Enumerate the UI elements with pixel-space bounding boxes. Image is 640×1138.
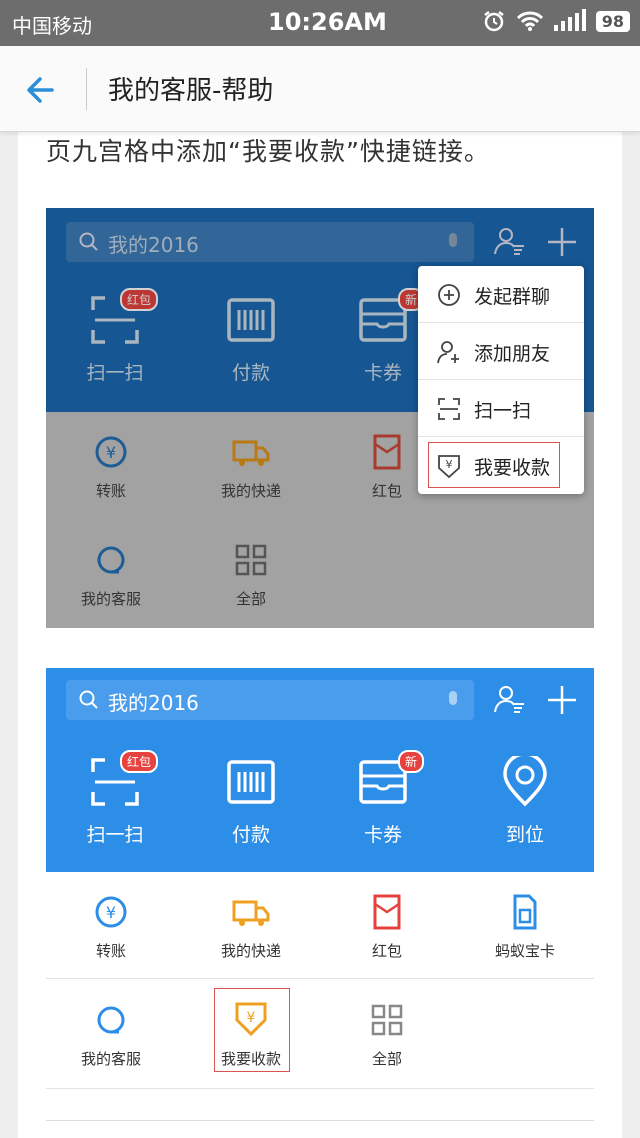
grid-item-express: 我的快递 <box>186 432 316 501</box>
grid-item-label: 我的快递 <box>220 482 281 500</box>
truck-icon <box>232 900 270 926</box>
microphone-icon <box>449 691 457 705</box>
svg-text:¥: ¥ <box>106 443 116 462</box>
wifi-icon <box>516 11 543 31</box>
grid-item-all: 全部 <box>322 1000 452 1069</box>
group-chat-icon <box>438 284 460 306</box>
grid-item-label: 红包 <box>371 482 402 500</box>
grid-item-label: 我的客服 <box>80 590 141 608</box>
truck-icon <box>232 440 270 466</box>
search-text: 我的2016 <box>108 691 199 715</box>
alarm-icon <box>483 11 504 32</box>
grid-icon <box>371 1004 403 1036</box>
add-icon <box>548 686 576 714</box>
customer-service-icon <box>97 1006 125 1034</box>
signal-icon <box>553 9 586 31</box>
grid-item-transfer: ¥ 转账 <box>46 432 176 501</box>
back-arrow-icon[interactable] <box>22 70 62 110</box>
grid-item-all: 全部 <box>186 540 316 609</box>
feature-label: 扫一扫 <box>86 824 144 846</box>
highlight-box-grid <box>214 988 290 1072</box>
grid-item-customer-service: 我的客服 <box>46 1000 176 1069</box>
red-packet-icon <box>373 434 401 470</box>
nav-divider <box>86 68 87 110</box>
feature-pay: 付款 <box>196 756 306 847</box>
carrier-name: 中国移动 <box>12 14 92 38</box>
feature-cards: 卡券 新 <box>328 750 438 847</box>
feature-arrival: 到位 <box>470 756 580 847</box>
grid-item-label: 转账 <box>95 482 126 500</box>
transfer-icon: ¥ <box>95 896 127 928</box>
grid-item-customer-service: 我的客服 <box>46 540 176 609</box>
nav-bar: 我的客服-帮助 <box>0 46 640 132</box>
sim-card-icon <box>513 894 537 930</box>
grid-item-transfer: ¥ 转账 <box>46 892 176 961</box>
new-badge: 新 <box>398 750 425 773</box>
grid-divider <box>46 978 594 979</box>
screenshot-grid-updated: 我的2016 扫一扫 红包 付款 卡券 新 到位 ¥ 转账 我的快递 红包 蚂蚁… <box>46 668 594 1090</box>
scan-icon <box>438 398 460 420</box>
status-icons: 98 <box>482 9 630 33</box>
grid-item-label: 转账 <box>95 942 126 960</box>
barcode-icon <box>227 760 275 804</box>
menu-item-add-friend: 添加朋友 <box>418 323 584 380</box>
battery-level: 98 <box>595 10 630 32</box>
menu-item-label: 发起群聊 <box>474 286 551 308</box>
highlight-box-menu <box>428 442 560 488</box>
grid-item-express: 我的快递 <box>186 892 316 961</box>
grid-item-ant-card: 蚂蚁宝卡 <box>460 892 590 961</box>
grid-item-label: 我的客服 <box>80 1050 141 1068</box>
add-friend-icon <box>437 341 459 364</box>
search-bar: 我的2016 <box>66 680 474 720</box>
red-packet-badge: 红包 <box>120 750 159 773</box>
grid-item-red-packet: 红包 <box>322 892 452 961</box>
page-title: 我的客服-帮助 <box>108 76 274 106</box>
grid-item-label: 我的快递 <box>220 942 281 960</box>
feature-label: 卡券 <box>363 824 402 846</box>
clock: 10:26AM <box>268 8 387 36</box>
menu-item-label: 扫一扫 <box>474 400 532 422</box>
grid-divider <box>46 1088 594 1089</box>
menu-item-label: 添加朋友 <box>474 343 551 365</box>
contacts-icon <box>494 686 524 713</box>
feature-label: 付款 <box>231 824 270 846</box>
red-packet-icon <box>373 894 401 930</box>
search-icon <box>79 690 98 709</box>
section-divider <box>46 1120 594 1121</box>
transfer-icon: ¥ <box>95 436 127 468</box>
feature-label: 到位 <box>505 824 544 846</box>
intro-text: 页九宫格中添加“我要收款”快捷链接。 <box>46 137 490 166</box>
grid-icon <box>235 544 267 576</box>
grid-item-label: 红包 <box>371 942 402 960</box>
location-pin-icon <box>503 756 547 807</box>
menu-item-group-chat: 发起群聊 <box>418 266 584 323</box>
header-area: 我的2016 扫一扫 红包 付款 卡券 新 到位 <box>46 668 594 872</box>
svg-text:¥: ¥ <box>106 903 116 922</box>
grid-item-label: 全部 <box>235 590 266 608</box>
feature-scan: 扫一扫 红包 <box>60 750 170 847</box>
status-bar: 中国移动 10:26AM 98 <box>0 0 640 46</box>
grid-item-label: 蚂蚁宝卡 <box>494 942 555 960</box>
grid-item-label: 全部 <box>371 1050 402 1068</box>
menu-item-scan: 扫一扫 <box>418 380 584 437</box>
customer-service-icon <box>97 546 125 574</box>
